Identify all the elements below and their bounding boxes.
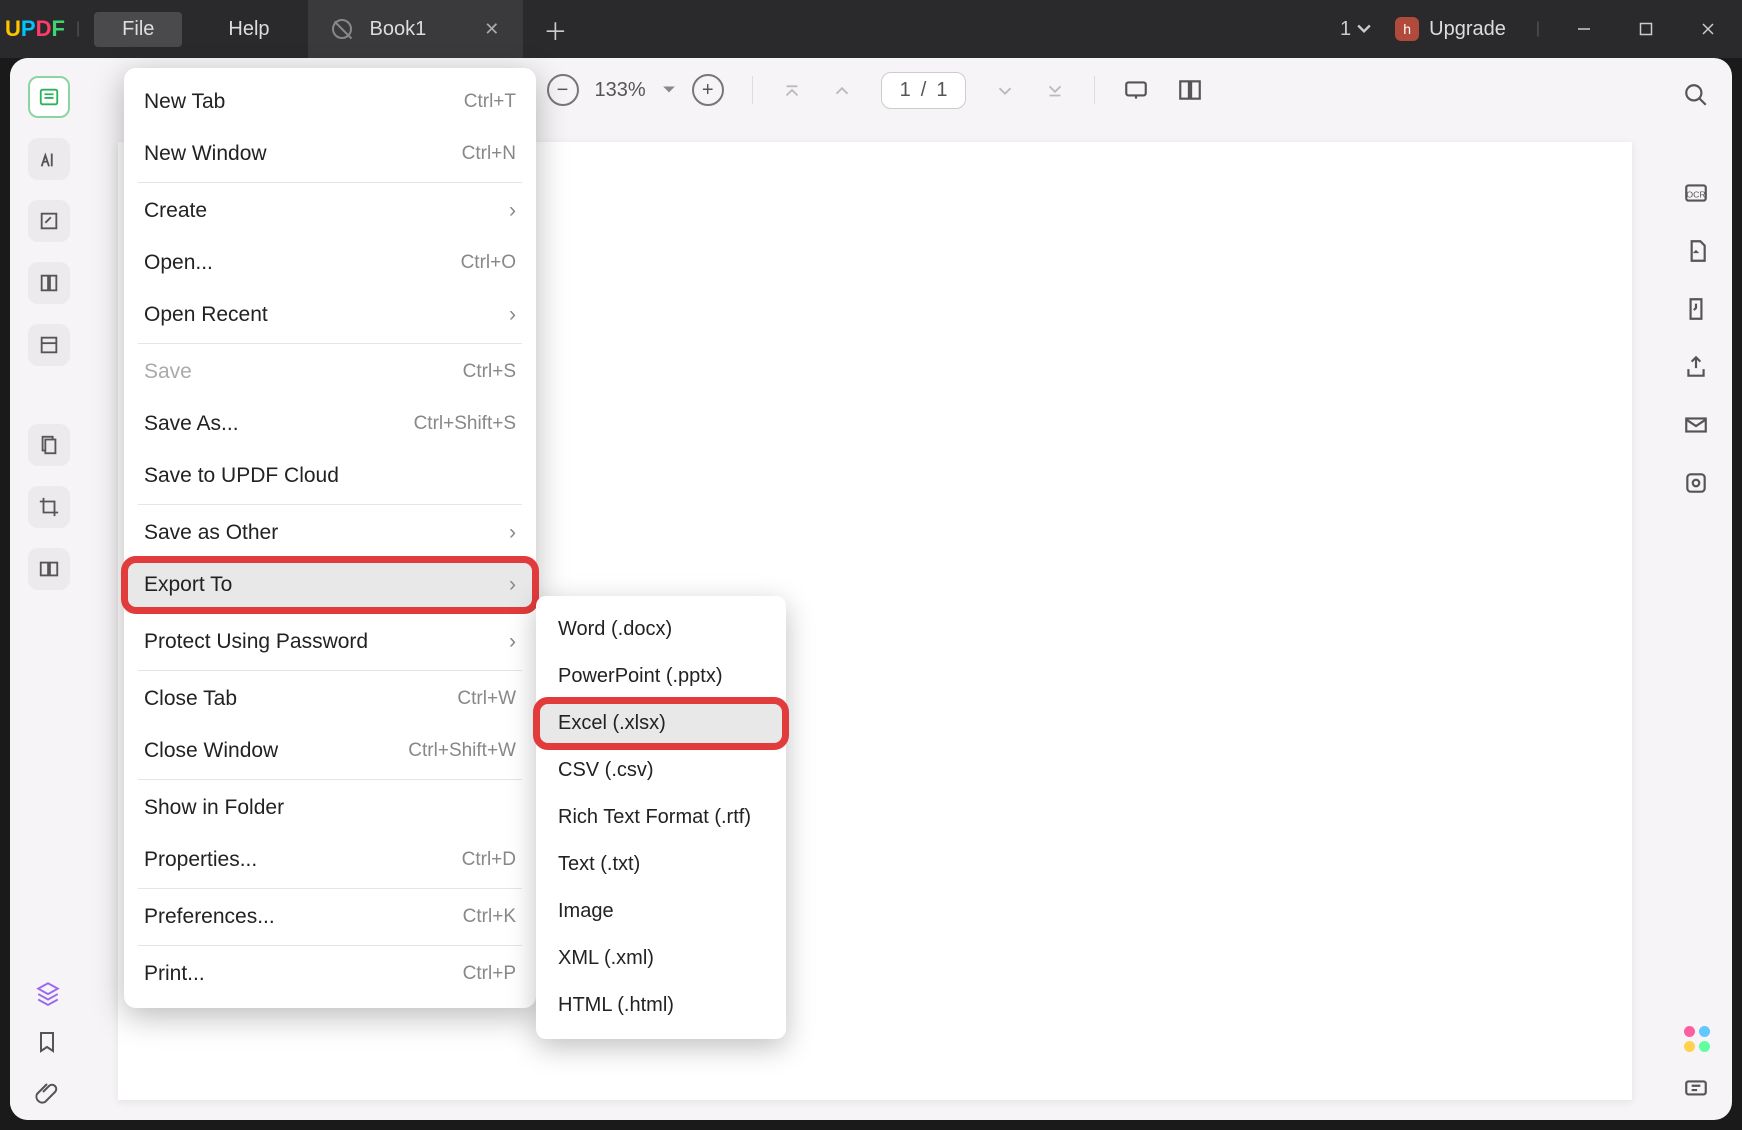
menu-preferences[interactable]: Preferences...Ctrl+K: [124, 891, 536, 943]
menu-new-window[interactable]: New WindowCtrl+N: [124, 128, 536, 180]
export-text[interactable]: Text (.txt): [536, 841, 786, 888]
close-window-button[interactable]: [1684, 9, 1732, 49]
chevron-down-icon: [1357, 22, 1371, 36]
page-total: 1: [936, 79, 947, 102]
updf-ai-icon[interactable]: [1684, 1026, 1710, 1052]
close-tab-icon[interactable]: ✕: [484, 19, 499, 40]
menu-close-window[interactable]: Close WindowCtrl+Shift+W: [124, 725, 536, 777]
menu-new-tab[interactable]: New TabCtrl+T: [124, 76, 536, 128]
comment-icon[interactable]: [1683, 1076, 1711, 1104]
file-menu-button[interactable]: File: [94, 12, 182, 47]
menu-show-folder[interactable]: Show in Folder: [124, 782, 536, 834]
zoom-in-button[interactable]: +: [692, 74, 724, 106]
export-csv[interactable]: CSV (.csv): [536, 747, 786, 794]
page-input[interactable]: 1 / 1: [881, 72, 967, 109]
menu-create[interactable]: Create›: [124, 185, 536, 237]
menu-print[interactable]: Print...Ctrl+P: [124, 948, 536, 1000]
organize-button[interactable]: [28, 262, 70, 304]
last-page-icon[interactable]: [1044, 79, 1066, 101]
edit-button[interactable]: [28, 200, 70, 242]
export-word[interactable]: Word (.docx): [536, 606, 786, 653]
menu-save: SaveCtrl+S: [124, 346, 536, 398]
minimize-button[interactable]: [1560, 9, 1608, 49]
export-rtf[interactable]: Rich Text Format (.rtf): [536, 794, 786, 841]
export-html[interactable]: HTML (.html): [536, 982, 786, 1029]
separator: [752, 76, 753, 104]
tab-count-value: 1: [1340, 18, 1351, 41]
app-logo: UPDF: [0, 16, 70, 42]
search-icon[interactable]: [1683, 82, 1711, 110]
email-icon[interactable]: [1683, 412, 1711, 440]
export-powerpoint[interactable]: PowerPoint (.pptx): [536, 653, 786, 700]
help-menu-button[interactable]: Help: [210, 12, 287, 47]
user-badge: h: [1395, 17, 1419, 41]
page-current: 1: [900, 79, 911, 102]
separator: |: [76, 20, 80, 38]
page-separator: /: [921, 79, 927, 102]
file-menu: New TabCtrl+T New WindowCtrl+N Create› O…: [124, 68, 536, 1008]
save-cloud-icon[interactable]: [1683, 470, 1711, 498]
ocr-icon[interactable]: OCR: [1683, 180, 1711, 208]
reader-mode-button[interactable]: [28, 76, 70, 118]
new-tab-button[interactable]: ＋: [543, 12, 567, 47]
left-toolbar: [10, 58, 88, 1120]
separator: [1094, 76, 1095, 104]
export-excel[interactable]: Excel (.xlsx): [536, 700, 786, 747]
tab-title: Book1: [370, 18, 427, 41]
form-button[interactable]: [28, 324, 70, 366]
compare-button[interactable]: [28, 548, 70, 590]
compress-icon[interactable]: [1683, 296, 1711, 324]
menu-protect[interactable]: Protect Using Password›: [124, 616, 536, 668]
zoom-dropdown-icon[interactable]: [662, 83, 676, 97]
upgrade-button[interactable]: h Upgrade: [1385, 13, 1516, 45]
export-submenu: Word (.docx) PowerPoint (.pptx) Excel (.…: [536, 596, 786, 1039]
titlebar: UPDF | File Help Book1 ✕ ＋ 1 h Upgrade |: [0, 0, 1742, 58]
zoom-value: 133%: [595, 79, 646, 102]
separator: |: [1536, 20, 1540, 38]
tab-strip: Book1 ✕ ＋: [308, 0, 568, 58]
export-image[interactable]: Image: [536, 888, 786, 935]
export-xml[interactable]: XML (.xml): [536, 935, 786, 982]
zoom-out-button[interactable]: −: [547, 74, 579, 106]
attachment-button[interactable]: [35, 1080, 63, 1108]
first-page-icon[interactable]: [781, 79, 803, 101]
next-page-icon[interactable]: [994, 79, 1016, 101]
bookmark-button[interactable]: [35, 1030, 63, 1058]
right-toolbar: OCR: [1662, 58, 1732, 1120]
menu-save-cloud[interactable]: Save to UPDF Cloud: [124, 450, 536, 502]
menu-save-as[interactable]: Save As...Ctrl+Shift+S: [124, 398, 536, 450]
menu-open-recent[interactable]: Open Recent›: [124, 289, 536, 341]
menu-save-other[interactable]: Save as Other›: [124, 507, 536, 559]
maximize-button[interactable]: [1622, 9, 1670, 49]
page-layout-icon[interactable]: [1177, 77, 1203, 103]
convert-icon[interactable]: [1683, 238, 1711, 266]
document-tab[interactable]: Book1 ✕: [308, 0, 524, 58]
menu-close-tab[interactable]: Close TabCtrl+W: [124, 673, 536, 725]
upgrade-label: Upgrade: [1429, 18, 1506, 41]
share-icon[interactable]: [1683, 354, 1711, 382]
layers-button[interactable]: [35, 980, 63, 1008]
crop-button[interactable]: [28, 486, 70, 528]
svg-text:OCR: OCR: [1686, 189, 1705, 199]
prev-page-icon[interactable]: [831, 79, 853, 101]
annotate-button[interactable]: [28, 138, 70, 180]
presentation-icon[interactable]: [1123, 77, 1149, 103]
menu-export-to[interactable]: Export To›: [124, 559, 536, 611]
tab-count[interactable]: 1: [1340, 18, 1371, 41]
tab-icon: [332, 19, 352, 39]
menu-properties[interactable]: Properties...Ctrl+D: [124, 834, 536, 886]
menu-open[interactable]: Open...Ctrl+O: [124, 237, 536, 289]
pages-button[interactable]: [28, 424, 70, 466]
